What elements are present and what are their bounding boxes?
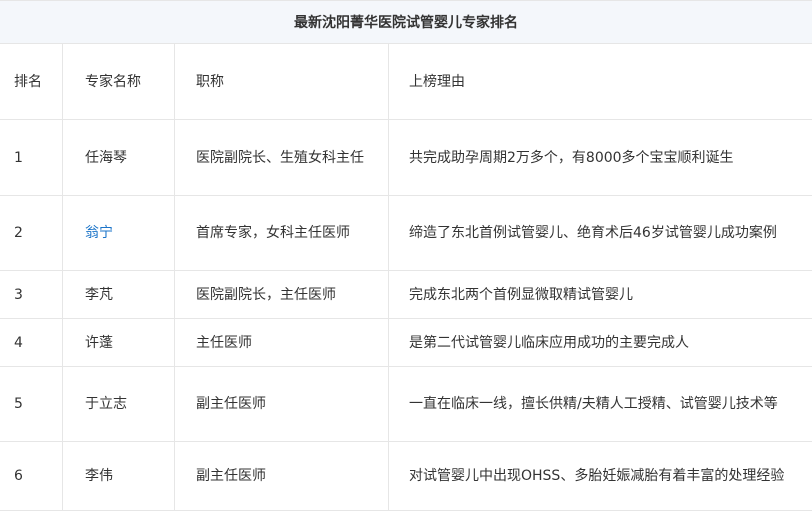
- table-header-row: 排名 专家名称 职称 上榜理由: [0, 44, 812, 120]
- reason-cell: 完成东北两个首例显微取精试管婴儿: [409, 286, 633, 303]
- reason-cell: 是第二代试管婴儿临床应用成功的主要完成人: [409, 334, 689, 351]
- rank-cell: 6: [0, 442, 63, 510]
- table-row: 2 翁宁 首席专家，女科主任医师 缔造了东北首例试管婴儿、绝育术后46岁试管婴儿…: [0, 196, 812, 271]
- reason-cell: 一直在临床一线，擅长供精/夫精人工授精、试管婴儿技术等: [409, 396, 778, 412]
- name-cell: 许蓬: [63, 319, 175, 366]
- name-cell: 任海琴: [63, 120, 175, 195]
- title-cell: 医院副院长、生殖女科主任: [175, 120, 389, 195]
- header-rank: 排名: [0, 44, 63, 119]
- header-name: 专家名称: [63, 44, 175, 119]
- rank-cell: 5: [0, 367, 63, 441]
- table-title: 最新沈阳菁华医院试管婴儿专家排名: [0, 1, 812, 44]
- title-cell: 首席专家，女科主任医师: [175, 196, 389, 270]
- name-cell: 翁宁: [63, 196, 175, 270]
- name-cell: 李伟: [63, 442, 175, 510]
- title-cell: 主任医师: [175, 319, 389, 366]
- rank-cell: 3: [0, 271, 63, 318]
- rank-cell: 1: [0, 120, 63, 195]
- table-row: 1 任海琴 医院副院长、生殖女科主任 共完成助孕周期2万多个，有8000多个宝宝…: [0, 120, 812, 196]
- title-cell: 医院副院长，主任医师: [175, 271, 389, 318]
- reason-cell: 缔造了东北首例试管婴儿、绝育术后46岁试管婴儿成功案例: [409, 225, 777, 241]
- title-cell: 副主任医师: [175, 367, 389, 441]
- reason-cell: 共完成助孕周期2万多个，有8000多个宝宝顺利诞生: [409, 149, 734, 166]
- rank-cell: 2: [0, 196, 63, 270]
- name-cell: 于立志: [63, 367, 175, 441]
- header-reason: 上榜理由: [409, 73, 465, 90]
- table-row: 4 许蓬 主任医师 是第二代试管婴儿临床应用成功的主要完成人: [0, 319, 812, 367]
- title-cell: 副主任医师: [175, 442, 389, 510]
- table-row: 5 于立志 副主任医师 一直在临床一线，擅长供精/夫精人工授精、试管婴儿技术等: [0, 367, 812, 442]
- reason-cell: 对试管婴儿中出现OHSS、多胎妊娠减胎有着丰富的处理经验: [409, 468, 785, 484]
- table-row: 3 李芃 医院副院长，主任医师 完成东北两个首例显微取精试管婴儿: [0, 271, 812, 319]
- name-cell: 李芃: [63, 271, 175, 318]
- expert-name-link[interactable]: 翁宁: [85, 220, 113, 246]
- header-title: 职称: [175, 44, 389, 119]
- expert-ranking-table: 最新沈阳菁华医院试管婴儿专家排名 排名 专家名称 职称 上榜理由 1 任海琴 医…: [0, 0, 812, 511]
- table-row: 6 李伟 副主任医师 对试管婴儿中出现OHSS、多胎妊娠减胎有着丰富的处理经验: [0, 442, 812, 511]
- rank-cell: 4: [0, 319, 63, 366]
